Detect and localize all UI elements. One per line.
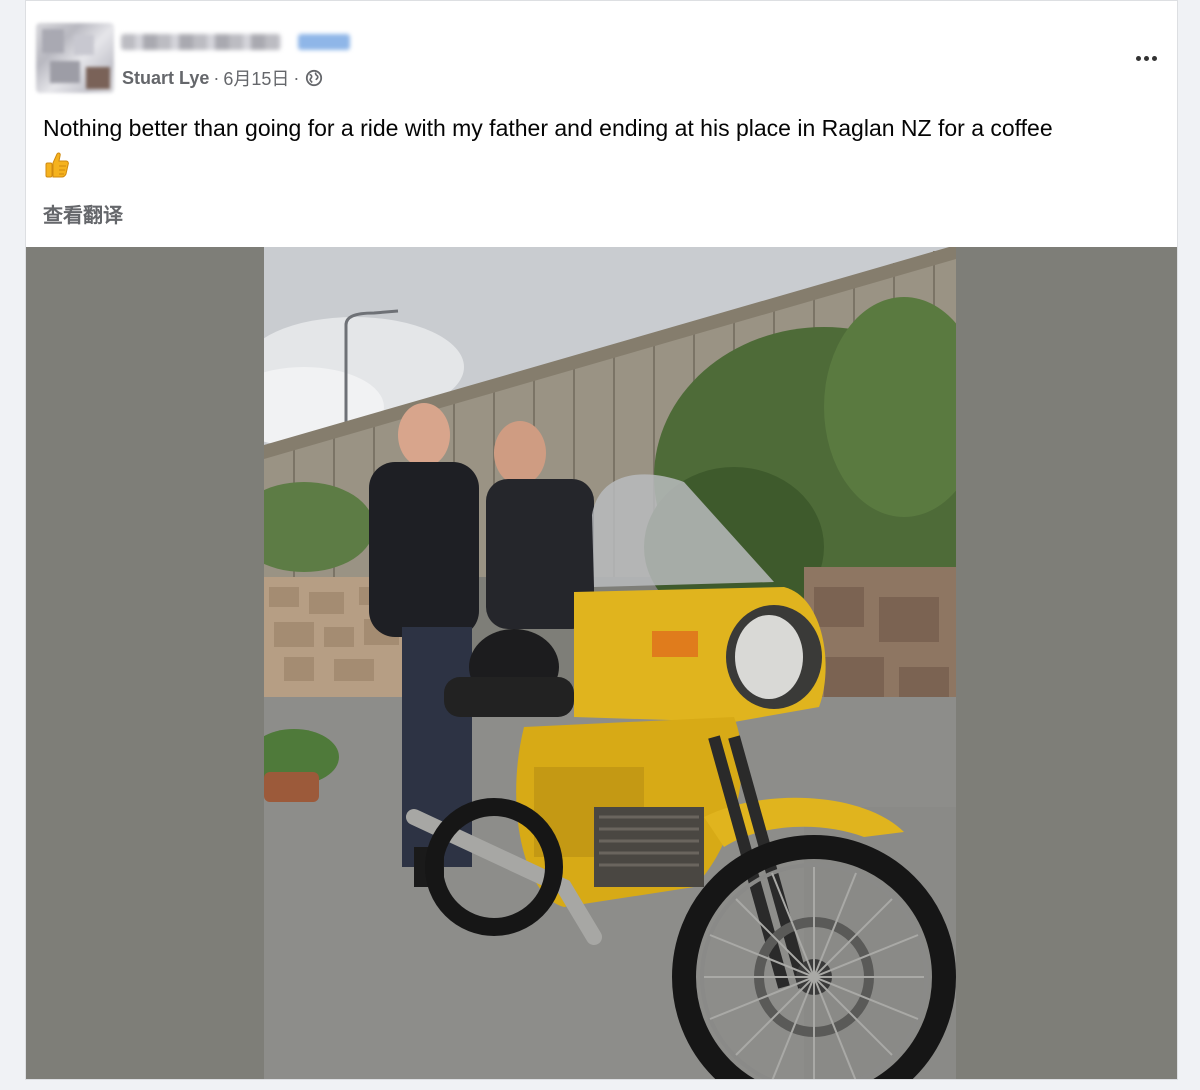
author-name[interactable]: Stuart Lye [122, 68, 209, 89]
photo-container [26, 247, 1177, 1079]
more-options-icon[interactable] [1129, 45, 1163, 71]
post-header: Stuart Lye · 6月15日 · [26, 1, 1177, 101]
blurred-page-name[interactable] [121, 34, 281, 50]
globe-icon[interactable] [305, 69, 323, 87]
thumbs-up-icon [45, 152, 69, 178]
meta-separator: · [213, 67, 220, 88]
post-card: Stuart Lye · 6月15日 · Nothing better than… [25, 0, 1178, 1080]
blurred-page-link[interactable] [298, 34, 350, 50]
photo-illustration [264, 247, 956, 1079]
translate-link[interactable]: 查看翻译 [43, 199, 123, 228]
author-avatar[interactable] [36, 23, 114, 93]
post-text: Nothing better than going for a ride wit… [43, 115, 1053, 141]
post-date[interactable]: 6月15日 [223, 65, 289, 91]
post-meta: Stuart Lye · 6月15日 · [122, 67, 323, 89]
meta-separator-2: · [293, 67, 300, 88]
post-photo[interactable] [264, 247, 956, 1079]
